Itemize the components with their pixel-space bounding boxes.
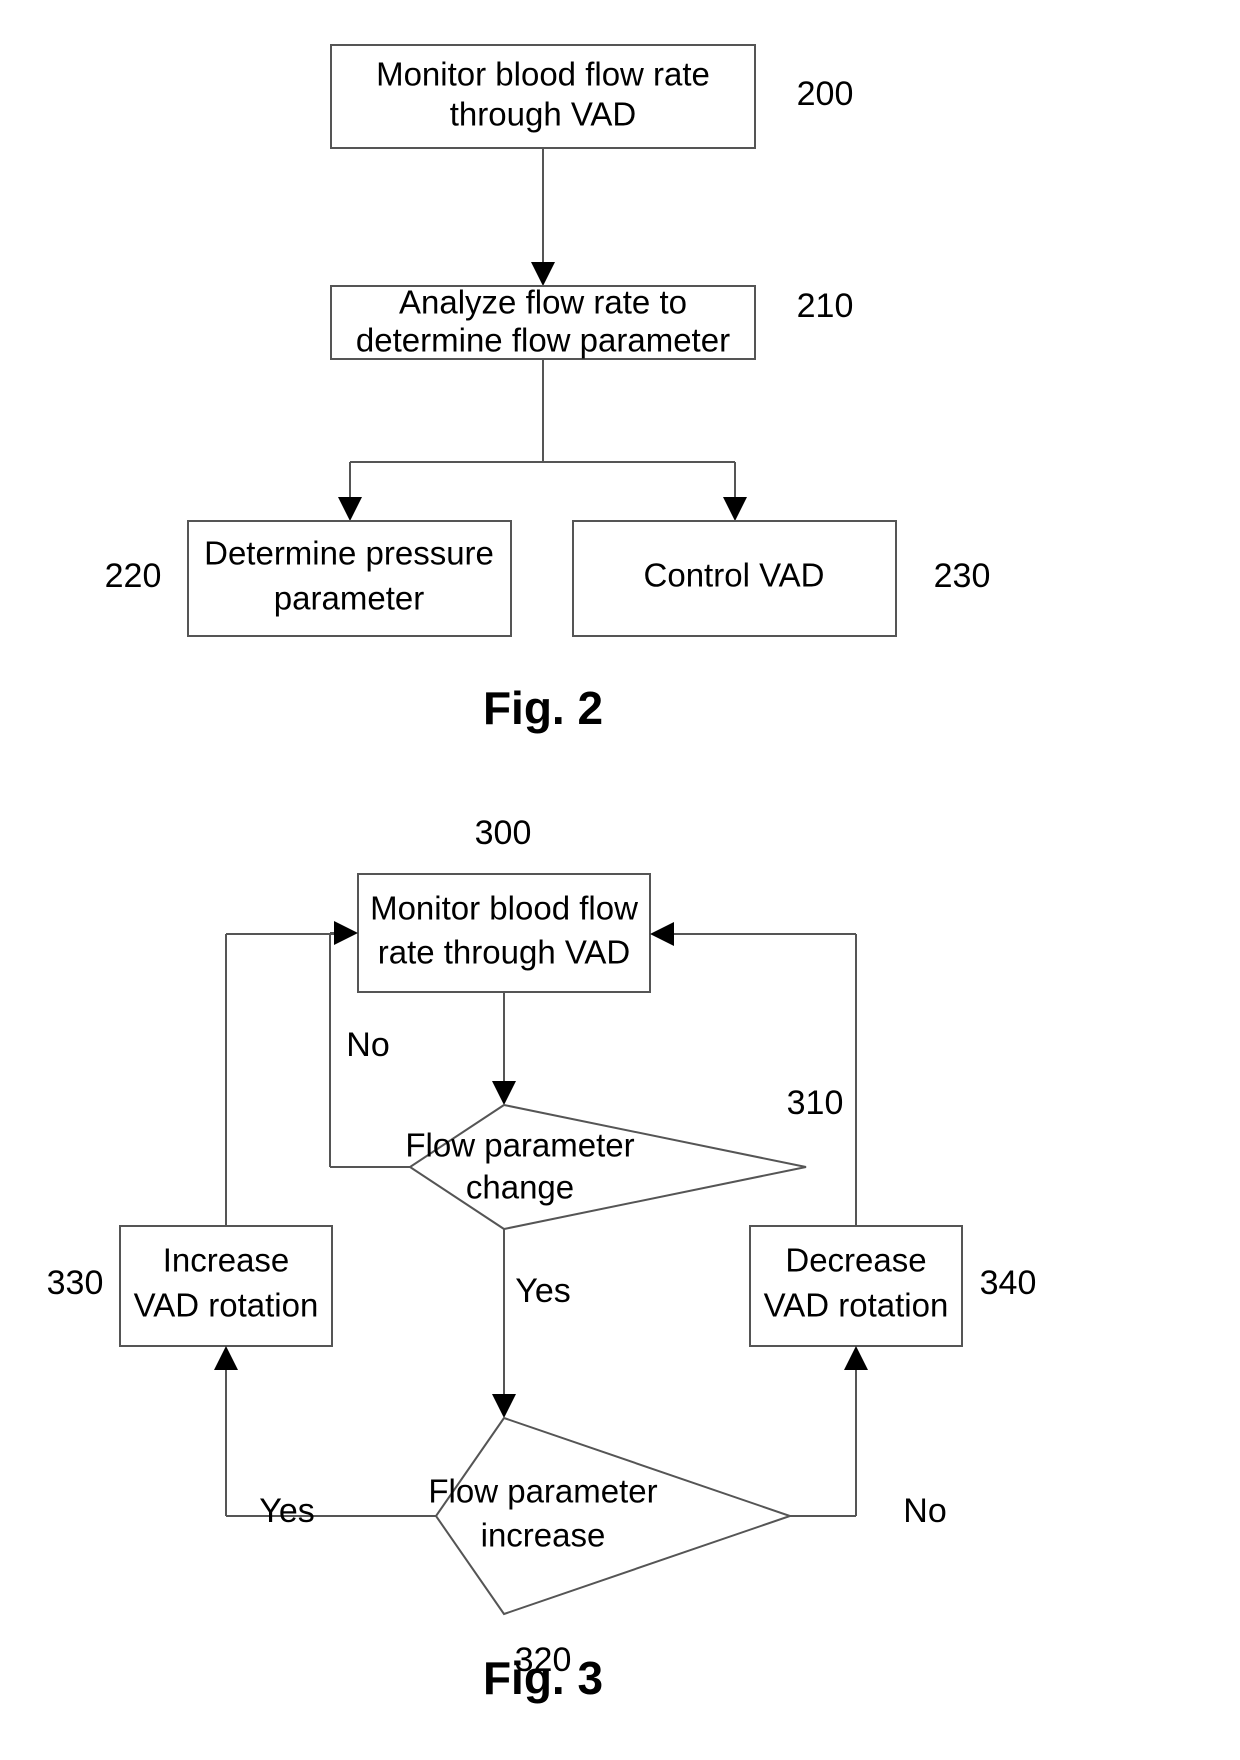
node-310-diamond[interactable] bbox=[408, 1103, 807, 1231]
patent-figure-sheet: Monitor blood flow rate through VAD 200 … bbox=[0, 0, 1240, 1760]
ref-label-340: 340 bbox=[980, 1264, 1037, 1302]
node-340-label-line2: VAD rotation bbox=[764, 1287, 949, 1324]
edge-300-to-310 bbox=[492, 992, 516, 1105]
figure-3-caption: Fig. 3 bbox=[483, 1652, 603, 1704]
node-210-label-line2: determine flow parameter bbox=[356, 322, 730, 359]
edge-210-to-230-arrowhead bbox=[723, 497, 747, 521]
edge-320-yes-arrowhead bbox=[214, 1346, 238, 1370]
edge-320-no-to-340 bbox=[790, 1346, 868, 1517]
node-200-label-line2: through VAD bbox=[450, 96, 637, 133]
edge-300-to-310-arrowhead bbox=[492, 1081, 516, 1105]
edge-210-split bbox=[338, 359, 747, 521]
node-320-label-line2: increase bbox=[481, 1517, 606, 1554]
figure-2-group: Monitor blood flow rate through VAD 200 … bbox=[105, 44, 991, 734]
node-320[interactable]: Flow parameter increase bbox=[428, 1416, 794, 1616]
node-300[interactable]: Monitor blood flow rate through VAD bbox=[357, 873, 651, 993]
edge-200-to-210-arrowhead bbox=[531, 262, 555, 286]
edge-label-no-310: No bbox=[346, 1026, 389, 1064]
node-300-label-line2: rate through VAD bbox=[378, 934, 631, 971]
flowchart-canvas: Monitor blood flow rate through VAD 200 … bbox=[47, 44, 1037, 1704]
node-310[interactable]: Flow parameter change bbox=[405, 1103, 807, 1231]
node-310-label-line2: change bbox=[466, 1169, 574, 1206]
edge-label-yes-310: Yes bbox=[515, 1272, 570, 1310]
edge-210-to-220-arrowhead bbox=[338, 497, 362, 521]
node-210-label-line1: Analyze flow rate to bbox=[399, 284, 687, 321]
edge-label-yes-320: Yes bbox=[259, 1492, 314, 1530]
node-210[interactable]: Analyze flow rate to determine flow para… bbox=[330, 284, 756, 360]
edge-310-yes-to-320 bbox=[492, 1229, 516, 1418]
node-220-label-line2: parameter bbox=[274, 580, 424, 617]
ref-label-310: 310 bbox=[787, 1084, 844, 1122]
ref-label-220: 220 bbox=[105, 557, 162, 595]
node-220-label-line1: Determine pressure bbox=[204, 535, 494, 572]
edge-320-no-arrowhead bbox=[844, 1346, 868, 1370]
node-330[interactable]: Increase VAD rotation bbox=[119, 1225, 333, 1347]
figure-3-group: 300 Monitor blood flow rate through VAD … bbox=[47, 814, 1037, 1704]
node-310-label-line1: Flow parameter bbox=[405, 1127, 634, 1164]
edge-330-to-300 bbox=[225, 933, 334, 1226]
node-340[interactable]: Decrease VAD rotation bbox=[749, 1225, 963, 1347]
edge-310-no-arrowhead bbox=[334, 921, 358, 945]
ref-label-210: 210 bbox=[797, 287, 854, 325]
node-220[interactable]: Determine pressure parameter bbox=[187, 520, 512, 637]
node-320-label-line1: Flow parameter bbox=[428, 1473, 657, 1510]
ref-label-230: 230 bbox=[934, 557, 991, 595]
ref-label-300: 300 bbox=[475, 814, 532, 852]
edge-label-no-320: No bbox=[903, 1492, 946, 1530]
ref-label-330: 330 bbox=[47, 1264, 104, 1302]
edge-320-yes-to-330 bbox=[214, 1346, 436, 1517]
node-200-label-line1: Monitor blood flow rate bbox=[376, 56, 710, 93]
ref-label-200: 200 bbox=[797, 75, 854, 113]
node-230[interactable]: Control VAD bbox=[572, 520, 897, 637]
node-230-label-line1: Control VAD bbox=[644, 557, 825, 594]
node-330-label-line1: Increase bbox=[163, 1242, 290, 1279]
node-330-label-line2: VAD rotation bbox=[134, 1287, 319, 1324]
node-300-label-line1: Monitor blood flow bbox=[370, 890, 638, 927]
edge-200-to-210 bbox=[531, 148, 555, 286]
node-340-label-line1: Decrease bbox=[785, 1242, 926, 1279]
edge-310-yes-arrowhead bbox=[492, 1394, 516, 1418]
node-200[interactable]: Monitor blood flow rate through VAD bbox=[330, 44, 756, 149]
figure-2-caption: Fig. 2 bbox=[483, 682, 603, 734]
edge-340-return-arrowhead bbox=[650, 922, 674, 946]
